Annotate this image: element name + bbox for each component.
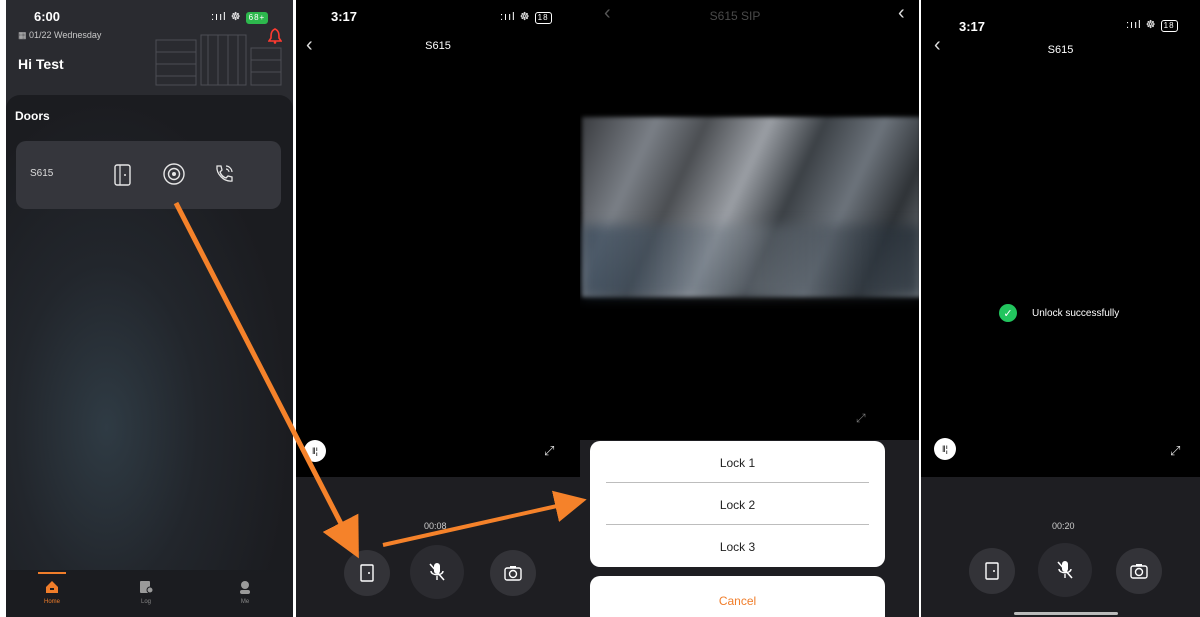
- greeting: Hi Test: [18, 56, 64, 72]
- wifi-icon: ☸: [1145, 19, 1157, 31]
- tab-me[interactable]: Me: [225, 580, 265, 605]
- mute-button[interactable]: [410, 545, 464, 599]
- tab-bar: Home Log Me: [6, 572, 293, 617]
- tab-log[interactable]: Log: [126, 580, 166, 605]
- mic-off-icon: [429, 563, 445, 581]
- separator: [606, 524, 869, 525]
- door-name: S615: [30, 168, 54, 179]
- battery-icon: 18: [1160, 20, 1178, 32]
- unlock-toast: Unlock successfully: [1032, 308, 1120, 319]
- signal-icon: :ııl: [211, 11, 227, 23]
- home-indicator: [1014, 612, 1118, 615]
- unlock-button[interactable]: [344, 550, 390, 596]
- signal-icon: :ııl: [500, 11, 516, 23]
- call-timer: 00:08: [424, 521, 447, 531]
- door-unlock-icon[interactable]: [112, 163, 134, 187]
- unlock-success-screen: 3:17 :ııl ☸ 18 ‹ S615 ✓ Unlock successfu…: [921, 0, 1200, 617]
- date-row: ▦ 01/22 Wednesday: [18, 30, 101, 41]
- snapshot-button[interactable]: [490, 550, 536, 596]
- separator: [606, 482, 869, 483]
- mic-off-icon: [1057, 561, 1073, 579]
- doors-section-title: Doors: [15, 109, 50, 123]
- fullscreen-icon[interactable]: ⤢: [544, 443, 554, 459]
- monitor-camera-icon[interactable]: [162, 162, 186, 186]
- lock-option-3[interactable]: Lock 3: [590, 540, 885, 554]
- fullscreen-icon[interactable]: ⤢: [856, 411, 866, 426]
- lock-option-1[interactable]: Lock 1: [590, 456, 885, 470]
- home-icon: [46, 581, 58, 593]
- audio-wave-icon[interactable]: ‖¦: [304, 440, 326, 462]
- door-icon: [360, 564, 374, 582]
- lock-select-screen: ‹ S615 SIP ‹ ⤢ Lock 1 Lock 2 Lock 3 Canc…: [580, 0, 921, 617]
- call-timer: 00:20: [1052, 521, 1075, 531]
- cancel-button[interactable]: Cancel: [590, 594, 885, 608]
- battery-icon: 18: [534, 12, 552, 24]
- log-icon: [140, 581, 154, 594]
- status-time: 3:17: [331, 9, 358, 24]
- device-title: S615 SIP: [709, 9, 761, 23]
- call-icon[interactable]: [212, 162, 236, 186]
- cancel-sheet: Cancel: [590, 576, 885, 617]
- snapshot-button[interactable]: [1116, 548, 1162, 594]
- back-icon-right[interactable]: ‹: [898, 2, 905, 25]
- status-icons: :ııl ☸ 18: [500, 10, 552, 24]
- profile-icon: [240, 581, 250, 594]
- device-title: S615: [1047, 44, 1074, 56]
- panel-divider: [919, 0, 921, 617]
- bell-icon[interactable]: [268, 28, 282, 44]
- fullscreen-icon[interactable]: ⤢: [1170, 443, 1180, 459]
- wifi-icon: ☸: [230, 11, 242, 23]
- home-screen: 6:00 :ııl ☸ 68+ ▦ 01/22 Wednesday Hi Tes…: [6, 0, 293, 617]
- tab-home-label: Home: [43, 599, 60, 605]
- mute-button[interactable]: [1038, 543, 1092, 597]
- tab-me-label: Me: [240, 599, 250, 605]
- status-time: 6:00: [34, 9, 61, 24]
- camera-icon: [1130, 564, 1148, 579]
- camera-icon: [504, 566, 522, 581]
- audio-wave-icon[interactable]: ‖¦: [934, 438, 956, 460]
- status-icons: :ııl ☸ 68+: [211, 10, 269, 24]
- tab-active-indicator: [38, 572, 66, 574]
- door-icon: [985, 562, 999, 580]
- status-icons: :ııl ☸ 18: [1126, 18, 1178, 32]
- building-illustration: [155, 34, 282, 86]
- door-item[interactable]: S615: [16, 141, 281, 209]
- battery-icon: 68+: [245, 12, 269, 24]
- tab-home[interactable]: Home: [32, 580, 72, 605]
- camera-video-shade: [582, 225, 921, 297]
- calendar-icon: ▦: [18, 30, 27, 40]
- lock-selection-sheet: Lock 1 Lock 2 Lock 3: [590, 441, 885, 567]
- date-text: 01/22 Wednesday: [29, 30, 102, 40]
- tab-log-label: Log: [140, 599, 151, 605]
- live-view-screen: 3:17 :ııl ☸ 18 ‹ S615 ‖¦ ⤢ 00:08: [296, 0, 580, 617]
- success-check-icon: ✓: [999, 304, 1017, 322]
- status-time: 3:17: [959, 19, 986, 34]
- wifi-icon: ☸: [519, 11, 531, 23]
- lock-option-2[interactable]: Lock 2: [590, 498, 885, 512]
- unlock-button[interactable]: [969, 548, 1015, 594]
- signal-icon: :ııl: [1126, 19, 1142, 31]
- device-title: S615: [425, 40, 451, 52]
